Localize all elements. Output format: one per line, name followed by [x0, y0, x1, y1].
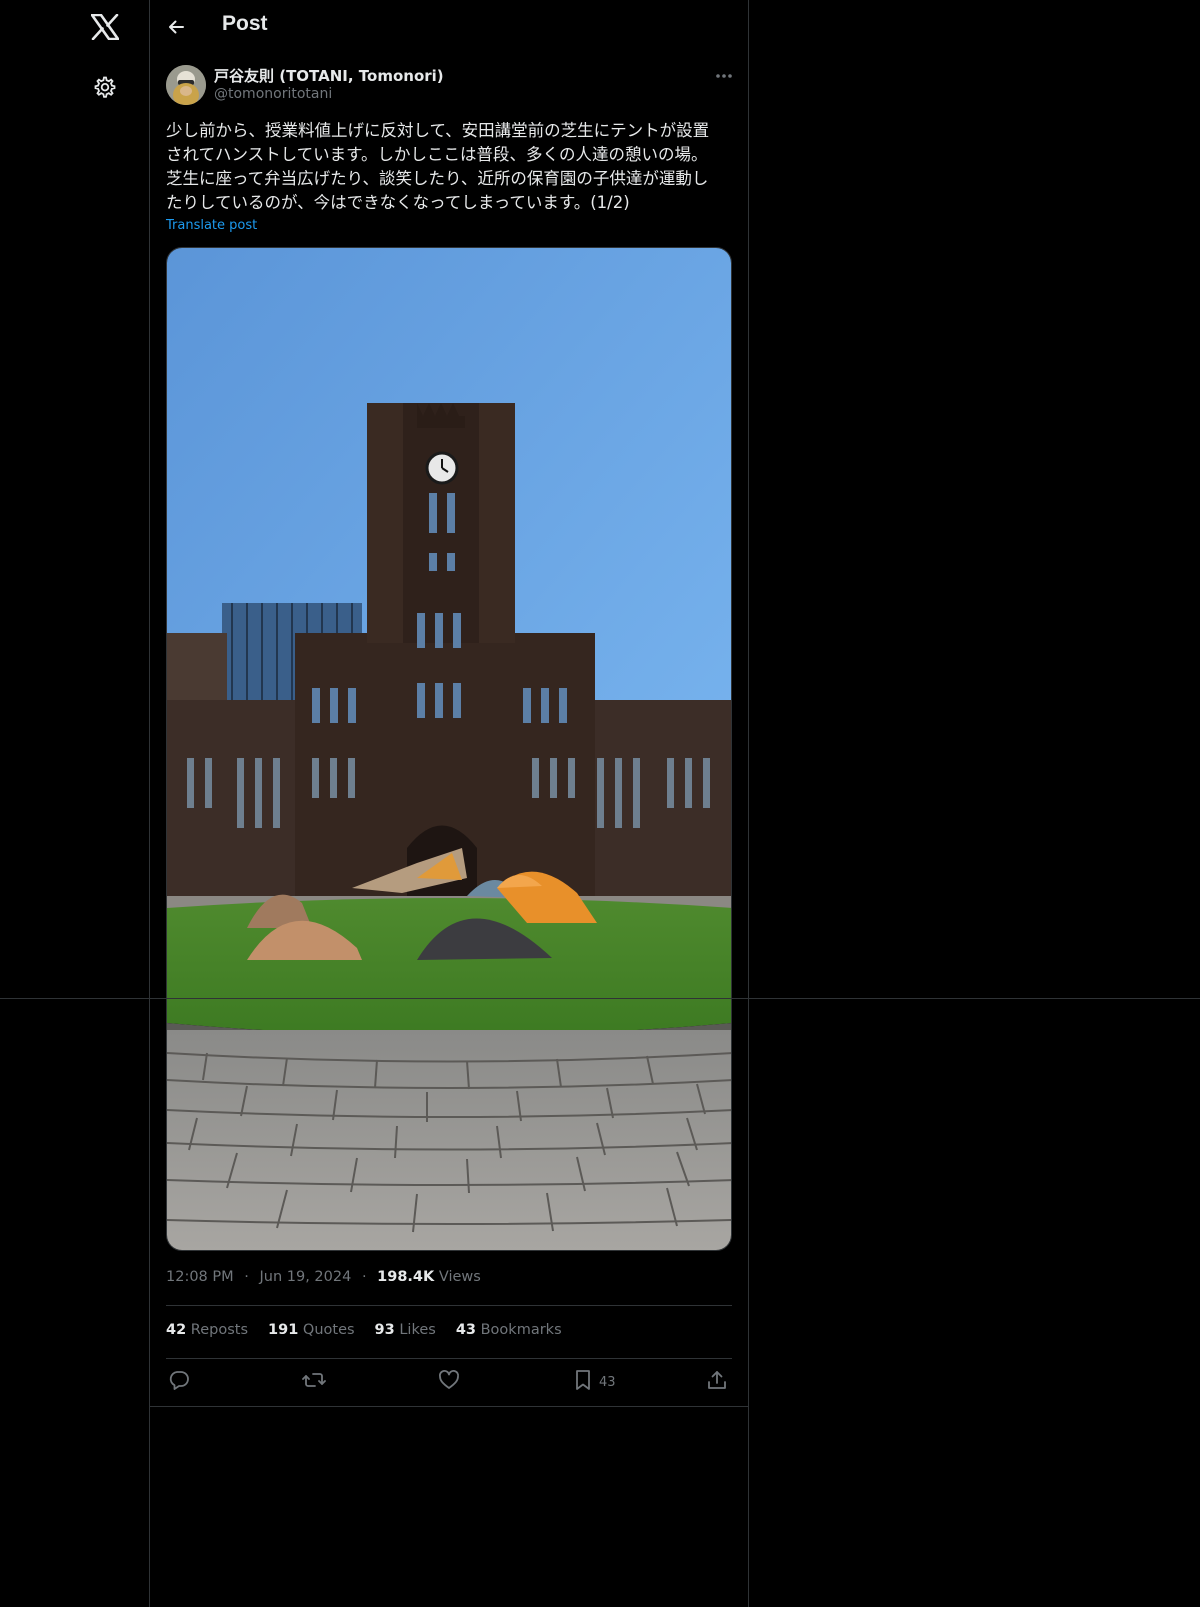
likes-stat[interactable]: 93 Likes	[375, 1322, 436, 1338]
author-handle[interactable]: @tomonoritotani	[214, 86, 332, 102]
quotes-label: Quotes	[302, 1322, 355, 1338]
post-date[interactable]: Jun 19, 2024	[259, 1269, 351, 1285]
heart-icon	[438, 1369, 460, 1395]
share-icon	[706, 1369, 728, 1395]
arrow-left-icon[interactable]	[162, 13, 190, 41]
like-button[interactable]	[438, 1369, 460, 1395]
reposts-stat[interactable]: 42 Reposts	[166, 1322, 248, 1338]
share-button[interactable]	[706, 1369, 728, 1395]
post-image[interactable]	[166, 247, 732, 1251]
translate-post-link[interactable]: Translate post	[166, 218, 257, 233]
views-count: 198.4K	[377, 1269, 435, 1285]
page-title: Post	[222, 12, 268, 35]
reply-icon	[168, 1369, 190, 1395]
bookmark-button[interactable]: 43	[573, 1369, 616, 1395]
avatar[interactable]	[166, 65, 206, 105]
views-label: Views	[438, 1269, 481, 1285]
repost-icon	[302, 1369, 326, 1395]
quotes-stat[interactable]: 191 Quotes	[268, 1322, 355, 1338]
post-column: Post 戸谷友則 (TOTANI, Tomonori) @tomonorito…	[149, 0, 749, 1607]
likes-count: 93	[374, 1322, 395, 1338]
bookmarks-stat[interactable]: 43 Bookmarks	[456, 1322, 562, 1338]
bookmark-icon	[573, 1369, 593, 1395]
bookmarks-label: Bookmarks	[480, 1322, 562, 1338]
divider	[166, 1358, 732, 1359]
post-meta: 12:08 PM · Jun 19, 2024 · 198.4K Views	[166, 1269, 481, 1285]
quotes-count: 191	[268, 1322, 299, 1338]
engagement-stats: 42 Reposts 191 Quotes 93 Likes 43 Bookma…	[166, 1322, 562, 1338]
reply-button[interactable]	[168, 1369, 190, 1395]
divider	[166, 1305, 732, 1306]
post-time[interactable]: 12:08 PM	[166, 1269, 234, 1285]
likes-label: Likes	[399, 1322, 436, 1338]
more-options-icon[interactable]	[711, 66, 737, 86]
repost-button[interactable]	[302, 1369, 326, 1395]
meta-separator: ·	[361, 1269, 367, 1285]
bookmarks-count: 43	[455, 1322, 476, 1338]
left-nav	[0, 0, 149, 1607]
reposts-count: 42	[166, 1322, 187, 1338]
x-logo-icon[interactable]	[88, 10, 122, 44]
header-bar: Post	[150, 0, 748, 54]
divider-line	[0, 998, 1200, 999]
bookmark-count: 43	[599, 1374, 616, 1390]
divider	[150, 1406, 748, 1407]
meta-separator: ·	[244, 1269, 249, 1285]
gear-icon[interactable]	[89, 72, 119, 102]
right-sidebar	[749, 0, 1200, 1607]
reposts-label: Reposts	[190, 1322, 249, 1338]
post-text: 少し前から、授業料値上げに反対して、安田講堂前の芝生にテントが設置 されてハンス…	[166, 121, 710, 212]
author-name[interactable]: 戸谷友則 (TOTANI, Tomonori)	[214, 65, 444, 86]
